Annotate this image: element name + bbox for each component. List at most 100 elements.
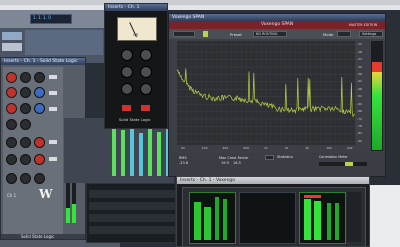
- span-db-tick-label: -24: [357, 57, 362, 62]
- eq-knob-gate-release[interactable]: [34, 154, 45, 165]
- eq-plugin-title: Inserts - Ch. 1 - Solid State Logic: [4, 59, 78, 64]
- span-correlation-meter: [319, 162, 367, 166]
- compressor-button-auto[interactable]: [141, 105, 150, 111]
- span-edition: MASTER EDITION: [349, 22, 378, 27]
- span-frequency-tick-label: 50: [181, 146, 185, 150]
- compressor-knob-attack[interactable]: [121, 66, 133, 78]
- meter-bar-left-4: [223, 199, 227, 240]
- span-frequency-tick-label: 100: [201, 146, 208, 150]
- eq-knob-hf-q[interactable]: [34, 72, 45, 83]
- span-green-indicator[interactable]: [203, 31, 208, 37]
- meter-bar-right-3: [327, 203, 331, 240]
- daw-timeline-region: [25, 30, 103, 55]
- eq-knob-lmf-freq[interactable]: [20, 103, 31, 114]
- eq-knob-gate-range[interactable]: [6, 154, 17, 165]
- eq-knob-comp-release[interactable]: [34, 137, 45, 148]
- span-statistics-toggle[interactable]: [265, 155, 274, 160]
- span-frequency-tick-label: 500: [243, 146, 249, 150]
- compressor-knob-release[interactable]: [140, 66, 152, 78]
- eq-knob-hmf-q[interactable]: [34, 87, 45, 98]
- span-db-tick-label: -60: [357, 101, 362, 106]
- span-peak-value-left: 19.9: [221, 161, 229, 165]
- compressor-brand: Solid State Logic: [119, 117, 151, 122]
- mixer-fader-1[interactable]: [112, 126, 116, 176]
- eq-button-in[interactable]: [49, 75, 57, 79]
- span-output-meter-red: [372, 62, 382, 72]
- channel-list-row: [89, 214, 175, 222]
- span-rms-label: RMS: [179, 156, 187, 160]
- mixer-fader-4[interactable]: [139, 133, 143, 176]
- span-mode-label: Mode: [323, 31, 334, 37]
- channel-list-window: [86, 183, 176, 243]
- eq-knob-pan[interactable]: [34, 173, 45, 184]
- eq-knob-comp-ratio[interactable]: [6, 137, 17, 148]
- channel-list-row: [89, 202, 175, 210]
- eq-meter-right-fill: [72, 204, 76, 223]
- span-title: Voxengo SPAN: [172, 15, 205, 20]
- compressor-knob-threshold[interactable]: [121, 49, 133, 61]
- span-spectrum-graph[interactable]: [177, 41, 355, 145]
- span-preset-selector[interactable]: [173, 31, 195, 37]
- mixer-fader-3[interactable]: [130, 128, 134, 176]
- span-mode-select[interactable]: [337, 31, 351, 37]
- span-frequency-tick-label: 200: [222, 146, 229, 150]
- eq-knob-gate-threshold[interactable]: [20, 154, 31, 165]
- span-settings-label: Settings: [362, 31, 377, 36]
- eq-plugin-titlebar: Inserts - Ch. 1 - Solid State Logic: [1, 58, 85, 65]
- mixer-fader-5[interactable]: [148, 127, 152, 176]
- span-correlation-label: Correlation Meter: [319, 155, 348, 159]
- eq-knob-lf-gain[interactable]: [6, 119, 17, 130]
- meter-bar-right-2: [314, 201, 321, 240]
- span-db-axis: -12 -18 -24 -30 -36 -42 -48 -54 -60 -66 -72 -78 -84 -…: [357, 41, 369, 145]
- span-preset-label[interactable]: Preset: [230, 32, 242, 37]
- eq-channel-label: Ch 1: [7, 193, 17, 198]
- eq-knob-comp-threshold[interactable]: [20, 137, 31, 148]
- span-db-tick-label: -78: [357, 123, 362, 128]
- meter-plugin-window: Inserts - Ch. 1 - Voxengo: [176, 176, 370, 247]
- compressor-plugin-window: Inserts - Ch. 1 GR Solid State Logic: [104, 3, 168, 129]
- eq-button-gate-in[interactable]: [49, 157, 57, 161]
- span-routing-value: NO ROUTING: [256, 31, 278, 36]
- eq-meter-left-fill: [66, 208, 70, 223]
- span-db-tick-label: -54: [357, 94, 362, 99]
- meter-side-panel: [347, 192, 361, 242]
- eq-knob-filter[interactable]: [20, 173, 31, 184]
- compressor-titlebar: Inserts - Ch. 1: [105, 4, 167, 11]
- compressor-knob-makeup[interactable]: [121, 83, 133, 95]
- eq-knob-lf-freq[interactable]: [20, 119, 31, 130]
- channel-list-row: [89, 190, 175, 198]
- mixer-fader-2[interactable]: [121, 130, 125, 176]
- span-titlebar: Voxengo SPAN: [169, 14, 385, 21]
- eq-knob-output[interactable]: [6, 173, 17, 184]
- span-db-tick-label: -36: [357, 71, 362, 76]
- channel-list-row: [89, 226, 175, 234]
- span-db-tick-label: -18: [357, 49, 362, 54]
- span-db-tick-label: -72: [357, 116, 362, 121]
- meter-plugin-titlebar: Inserts - Ch. 1 - Voxengo: [177, 177, 369, 184]
- span-statistics-label[interactable]: Statistics: [277, 155, 293, 160]
- eq-knob-hmf-freq[interactable]: [20, 87, 31, 98]
- span-db-tick-label: -84: [357, 131, 362, 136]
- meter-bar-right-red: [304, 195, 321, 198]
- eq-knob-hf-freq[interactable]: [20, 72, 31, 83]
- eq-footer-label: Solid State Logic: [21, 234, 55, 239]
- compressor-knob-ratio[interactable]: [140, 49, 152, 61]
- span-rms-value: -23.6: [179, 161, 189, 165]
- eq-knob-hf-gain[interactable]: [6, 72, 17, 83]
- compressor-button-bypass[interactable]: [122, 105, 131, 111]
- meter-bar-left-2: [204, 207, 211, 240]
- span-plugin-window: Voxengo SPAN Voxengo SPAN MASTER EDITION…: [168, 13, 386, 177]
- meter-bar-right-4: [335, 203, 339, 240]
- eq-button-bell[interactable]: [49, 91, 57, 95]
- span-db-tick-label: -30: [357, 64, 362, 69]
- eq-knob-lmf-gain[interactable]: [6, 103, 17, 114]
- mixer-fader-6[interactable]: [157, 132, 161, 176]
- eq-button-comp-in[interactable]: [49, 140, 57, 144]
- eq-knob-hmf-gain[interactable]: [6, 87, 17, 98]
- compressor-knob-mix[interactable]: [140, 83, 152, 95]
- eq-button-type[interactable]: [49, 107, 57, 111]
- daw-track-a: [2, 32, 22, 40]
- daw-right-region: [370, 185, 400, 247]
- eq-knob-lmf-q[interactable]: [34, 103, 45, 114]
- meter-plugin-title: Inserts - Ch. 1 - Voxengo: [180, 178, 236, 183]
